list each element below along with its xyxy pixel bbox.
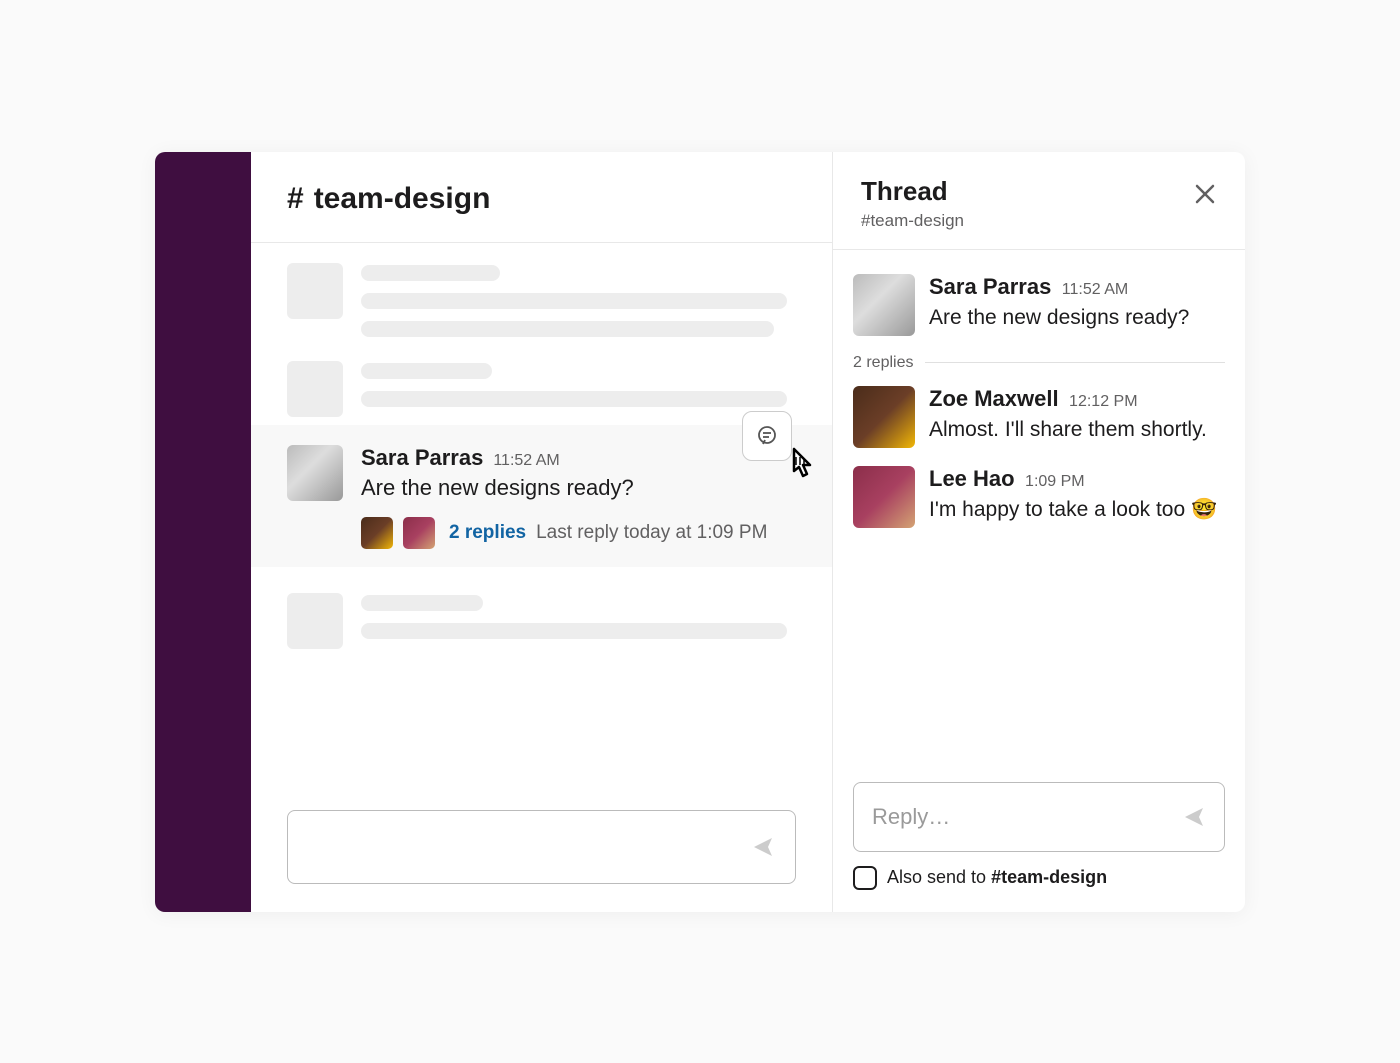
message-author[interactable]: Sara Parras <box>929 274 1051 299</box>
replies-link[interactable]: 2 replies <box>449 522 526 544</box>
thread-panel: Thread #team-design Sara Parras 11:52 AM <box>833 152 1245 912</box>
replies-divider: 2 replies <box>853 354 1225 372</box>
channel-name: team-design <box>314 182 491 216</box>
message-composer[interactable] <box>287 810 796 884</box>
message-timestamp: 1:09 PM <box>1025 473 1085 490</box>
thread-icon <box>755 424 779 448</box>
thread-root-message[interactable]: Sara Parras 11:52 AM Are the new designs… <box>853 274 1225 336</box>
skeleton-message <box>251 243 832 341</box>
composer-area <box>251 810 832 912</box>
reply-avatar <box>361 517 393 549</box>
message-author[interactable]: Zoe Maxwell <box>929 386 1059 411</box>
thread-reply-composer[interactable]: Reply… <box>853 782 1225 852</box>
send-icon[interactable] <box>1182 805 1206 829</box>
message-author[interactable]: Lee Hao <box>929 466 1015 491</box>
close-thread-button[interactable] <box>1193 176 1217 213</box>
message-text: I'm happy to take a look too 🤓 <box>929 494 1225 526</box>
thread-header: Thread #team-design <box>833 152 1245 250</box>
thread-reply[interactable]: Lee Hao 1:09 PM I'm happy to take a look… <box>853 466 1225 528</box>
start-thread-button[interactable] <box>742 411 792 461</box>
message-item[interactable]: Sara Parras 11:52 AM Are the new designs… <box>251 425 832 568</box>
thread-subtitle: #team-design <box>861 211 964 231</box>
app-window: # team-design <box>155 152 1245 912</box>
message-text: Are the new designs ready? <box>929 302 1225 334</box>
replies-count: 2 replies <box>853 354 913 372</box>
last-reply-time: Last reply today at 1:09 PM <box>536 522 767 544</box>
message-text: Are the new designs ready? <box>361 473 796 504</box>
message-text: Almost. I'll share them shortly. <box>929 414 1225 446</box>
thread-summary[interactable]: 2 replies Last reply today at 1:09 PM <box>361 517 796 549</box>
message-timestamp: 11:52 AM <box>493 452 559 470</box>
skeleton-message <box>251 341 832 421</box>
message-list: Sara Parras 11:52 AM Are the new designs… <box>251 243 832 810</box>
skeleton-message <box>251 567 832 653</box>
channel-header: # team-design <box>251 152 832 243</box>
reply-avatar <box>403 517 435 549</box>
also-send-row[interactable]: Also send to #team-design <box>853 866 1225 890</box>
also-send-label: Also send to #team-design <box>887 867 1107 888</box>
message-timestamp: 12:12 PM <box>1069 393 1137 410</box>
message-timestamp: 11:52 AM <box>1062 281 1128 298</box>
avatar[interactable] <box>853 386 915 448</box>
avatar[interactable] <box>853 466 915 528</box>
thread-title: Thread <box>861 176 964 207</box>
also-send-checkbox[interactable] <box>853 866 877 890</box>
avatar[interactable] <box>287 445 343 501</box>
workspace-sidebar <box>155 152 251 912</box>
message-author[interactable]: Sara Parras <box>361 445 483 471</box>
hash-icon: # <box>287 182 304 216</box>
thread-messages: Sara Parras 11:52 AM Are the new designs… <box>833 250 1245 782</box>
close-icon <box>1193 182 1217 206</box>
avatar[interactable] <box>853 274 915 336</box>
thread-reply[interactable]: Zoe Maxwell 12:12 PM Almost. I'll share … <box>853 386 1225 448</box>
send-icon[interactable] <box>751 835 775 859</box>
channel-pane: # team-design <box>251 152 833 912</box>
thread-composer-area: Reply… Also send to #team-design <box>833 782 1245 912</box>
reply-placeholder: Reply… <box>872 804 950 830</box>
